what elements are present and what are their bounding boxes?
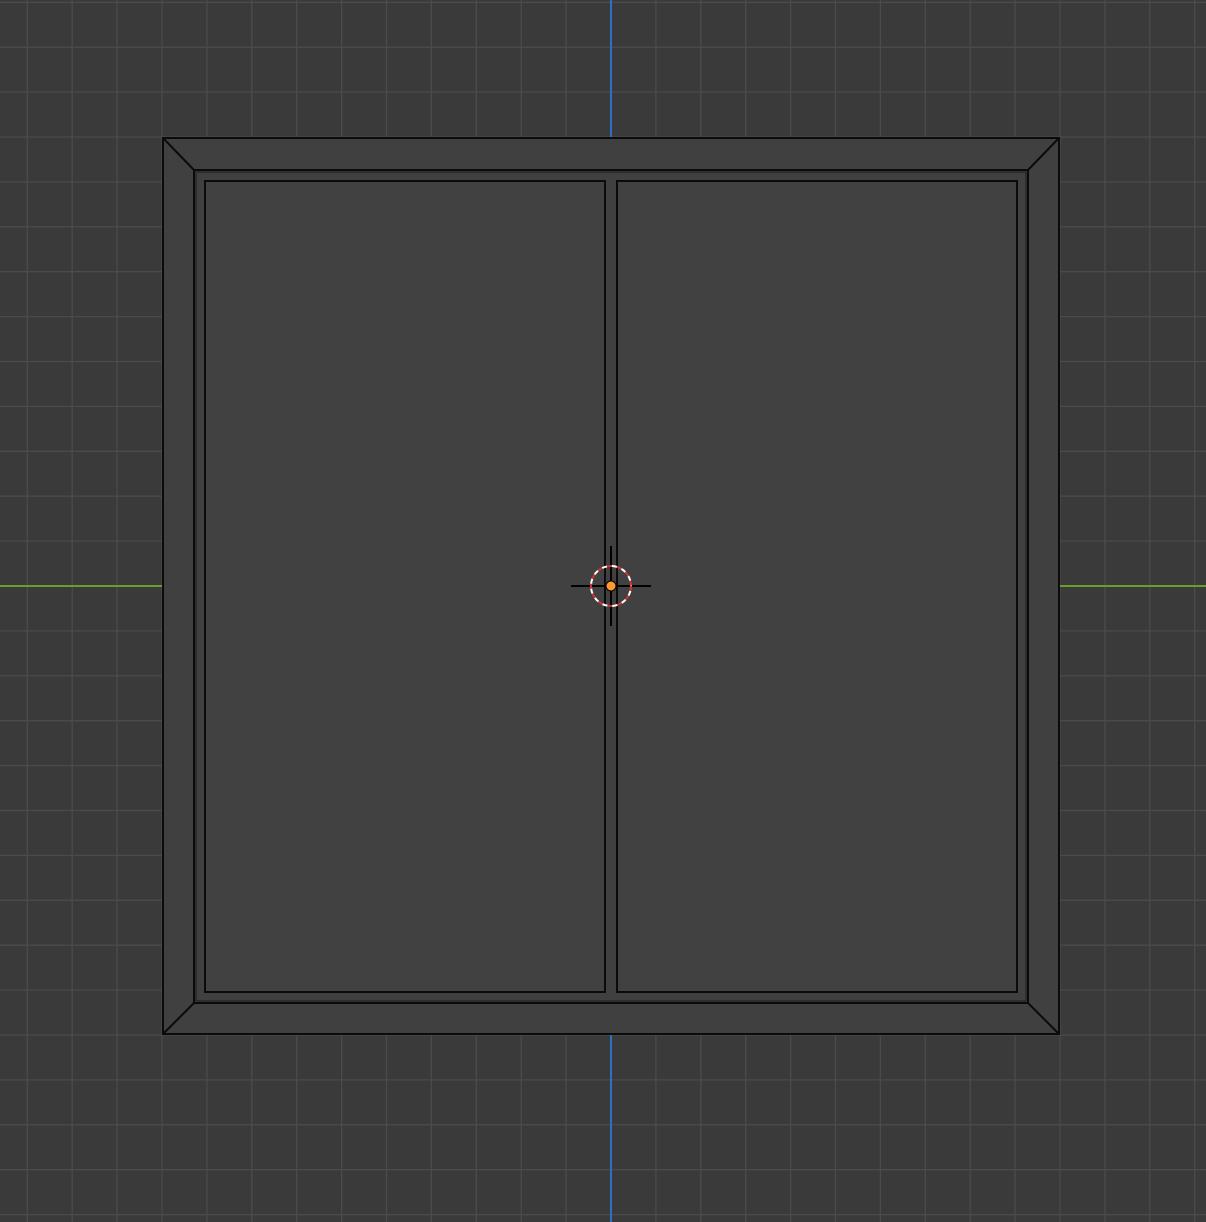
right-pane[interactable] <box>616 180 1018 993</box>
object-origin-dot[interactable] <box>605 580 617 592</box>
3d-viewport[interactable] <box>0 0 1206 1222</box>
left-pane[interactable] <box>204 180 606 993</box>
